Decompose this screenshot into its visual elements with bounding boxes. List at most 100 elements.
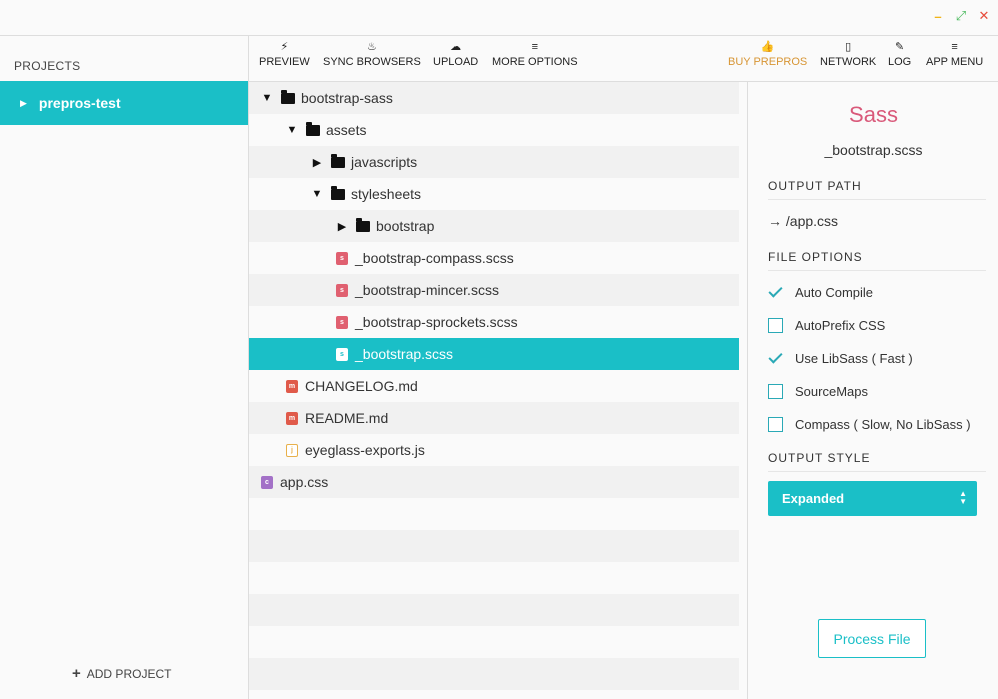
folder-icon bbox=[331, 153, 345, 168]
folder-icon bbox=[281, 89, 295, 104]
tree-empty-row bbox=[249, 658, 739, 690]
output-path-heading: OUTPUT PATH bbox=[768, 179, 986, 200]
add-project-label: ADD PROJECT bbox=[86, 666, 172, 681]
option-sourcemaps[interactable]: SourceMaps bbox=[768, 384, 868, 399]
tree-row-folder[interactable]: ▼ bootstrap-sass bbox=[249, 82, 739, 114]
sass-file-icon: s bbox=[336, 347, 348, 361]
preview-button[interactable]: ⚡ PREVIEW bbox=[259, 40, 310, 68]
plus-icon: + bbox=[72, 665, 81, 682]
sass-file-icon: s bbox=[336, 315, 348, 329]
markdown-file-icon: m bbox=[286, 379, 298, 393]
app-menu-button[interactable]: ≡ APP MENU bbox=[926, 40, 983, 68]
folder-icon bbox=[306, 121, 320, 136]
sass-file-icon: s bbox=[336, 251, 348, 265]
tree-row-file[interactable]: s _bootstrap-compass.scss bbox=[249, 242, 739, 274]
sass-file-icon: s bbox=[336, 283, 348, 297]
maximize-icon[interactable]: ⤢ bbox=[955, 8, 967, 24]
sync-browsers-button[interactable]: ♨ SYNC BROWSERS bbox=[323, 40, 421, 68]
more-options-label: MORE OPTIONS bbox=[492, 56, 578, 68]
caret-right-icon[interactable]: ▶ bbox=[336, 220, 348, 233]
caret-down-icon[interactable]: ▼ bbox=[286, 124, 298, 136]
upload-label: UPLOAD bbox=[433, 56, 479, 68]
tree-row-label: _bootstrap-sprockets.scss bbox=[355, 314, 518, 330]
folder-icon bbox=[331, 185, 345, 200]
upload-button[interactable]: ☁ UPLOAD bbox=[433, 40, 478, 68]
tree-empty-row bbox=[249, 498, 739, 530]
checkbox-unchecked[interactable] bbox=[768, 417, 783, 432]
checkbox-unchecked[interactable] bbox=[768, 318, 783, 333]
tree-row-folder[interactable]: ▼ assets bbox=[249, 114, 739, 146]
minimize-icon[interactable]: – bbox=[932, 9, 944, 24]
menu-icon: ≡ bbox=[951, 41, 958, 53]
checkbox-unchecked[interactable] bbox=[768, 384, 783, 399]
output-style-value: Expanded bbox=[782, 491, 845, 506]
add-project-button[interactable]: + ADD PROJECT bbox=[72, 665, 171, 682]
preview-label: PREVIEW bbox=[259, 56, 310, 68]
log-button[interactable]: ✎ LOG bbox=[888, 40, 911, 68]
tree-row-label: javascripts bbox=[351, 154, 418, 170]
file-tree: ▼ bootstrap-sass ▼ assets ▶ javascripts … bbox=[249, 82, 739, 692]
tree-row-folder[interactable]: ▼ stylesheets bbox=[249, 178, 739, 210]
tree-row-file[interactable]: c app.css bbox=[249, 466, 739, 498]
checkbox-checked[interactable] bbox=[768, 351, 783, 366]
option-compass[interactable]: Compass ( Slow, No LibSass ) bbox=[768, 417, 971, 432]
css-file-icon: c bbox=[261, 475, 273, 489]
more-options-button[interactable]: ≡ MORE OPTIONS bbox=[492, 40, 578, 68]
tree-row-label: assets bbox=[326, 122, 367, 138]
buy-prepros-button[interactable]: 👍 BUY PREPROS bbox=[728, 40, 807, 68]
thumbs-up-icon: 👍 bbox=[760, 41, 775, 53]
network-button[interactable]: ▯ NETWORK bbox=[820, 40, 876, 68]
option-autoprefix-css[interactable]: AutoPrefix CSS bbox=[768, 318, 885, 333]
output-style-select[interactable]: Expanded ▲ ▼ bbox=[768, 481, 977, 516]
tree-row-file-selected[interactable]: s _bootstrap.scss bbox=[249, 338, 739, 370]
caret-down-icon[interactable]: ▼ bbox=[311, 188, 323, 200]
markdown-file-icon: m bbox=[286, 411, 298, 425]
bolt-icon: ⚡ bbox=[280, 41, 289, 53]
tree-row-label: _bootstrap-compass.scss bbox=[355, 250, 514, 266]
network-label: NETWORK bbox=[820, 56, 877, 68]
tree-row-folder[interactable]: ▶ javascripts bbox=[249, 146, 739, 178]
option-auto-compile[interactable]: Auto Compile bbox=[768, 285, 873, 300]
process-file-button[interactable]: Process File bbox=[818, 619, 926, 658]
js-file-icon: j bbox=[286, 443, 298, 457]
project-item-prepros-test[interactable]: ▶ prepros-test bbox=[0, 81, 248, 125]
tree-row-file[interactable]: s _bootstrap-mincer.scss bbox=[249, 274, 739, 306]
select-arrows-icon: ▲ ▼ bbox=[959, 489, 967, 506]
file-options-heading: FILE OPTIONS bbox=[768, 250, 986, 271]
buy-prepros-label: BUY PREPROS bbox=[728, 56, 808, 68]
folder-icon bbox=[356, 217, 370, 232]
tree-row-file[interactable]: j eyeglass-exports.js bbox=[249, 434, 739, 466]
play-icon: ▶ bbox=[20, 97, 27, 108]
feather-icon: ✎ bbox=[895, 41, 905, 53]
tree-row-file[interactable]: m README.md bbox=[249, 402, 739, 434]
tree-row-label: bootstrap bbox=[376, 218, 435, 234]
log-label: LOG bbox=[888, 56, 912, 68]
caret-down-icon[interactable]: ▼ bbox=[261, 92, 273, 104]
sync-browsers-label: SYNC BROWSERS bbox=[323, 56, 421, 68]
selected-filename: _bootstrap.scss bbox=[824, 142, 923, 158]
projects-title: PROJECTS bbox=[14, 59, 81, 73]
app-menu-label: APP MENU bbox=[926, 56, 984, 68]
close-icon[interactable]: ✕ bbox=[978, 8, 990, 24]
projects-sidebar: PROJECTS ▶ prepros-test + ADD PROJECT bbox=[0, 35, 249, 699]
tree-row-label: _bootstrap.scss bbox=[355, 346, 454, 362]
tree-row-label: _bootstrap-mincer.scss bbox=[355, 282, 499, 298]
output-path-value[interactable]: → /app.css bbox=[768, 213, 838, 229]
option-label: AutoPrefix CSS bbox=[795, 318, 886, 333]
tree-row-file[interactable]: s _bootstrap-sprockets.scss bbox=[249, 306, 739, 338]
tree-empty-row bbox=[249, 626, 739, 658]
tree-row-file[interactable]: m CHANGELOG.md bbox=[249, 370, 739, 402]
tree-empty-row bbox=[249, 562, 739, 594]
option-label: SourceMaps bbox=[795, 384, 868, 399]
tree-row-label: eyeglass-exports.js bbox=[305, 442, 425, 458]
tree-row-label: CHANGELOG.md bbox=[305, 378, 418, 394]
checkbox-checked[interactable] bbox=[768, 285, 783, 300]
tree-row-label: stylesheets bbox=[351, 186, 422, 202]
cloud-upload-icon: ☁ bbox=[450, 41, 462, 53]
output-style-heading: OUTPUT STYLE bbox=[768, 451, 986, 472]
tree-row-folder[interactable]: ▶ bootstrap bbox=[249, 210, 739, 242]
option-use-libsass[interactable]: Use LibSass ( Fast ) bbox=[768, 351, 913, 366]
tree-empty-row bbox=[249, 530, 739, 562]
caret-right-icon[interactable]: ▶ bbox=[311, 156, 323, 169]
toolbar: ⚡ PREVIEW ♨ SYNC BROWSERS ☁ UPLOAD ≡ MOR… bbox=[249, 35, 998, 82]
